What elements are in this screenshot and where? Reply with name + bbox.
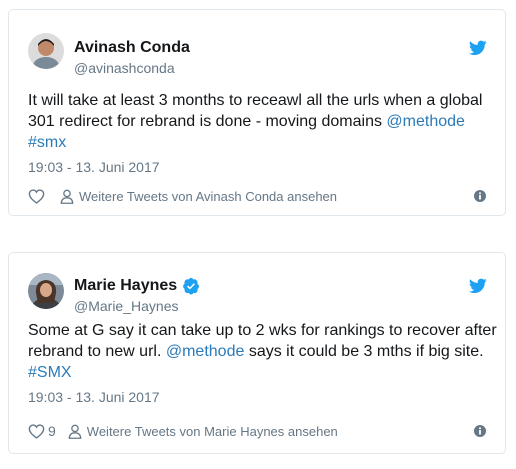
author-name[interactable]: Marie Haynes <box>74 276 200 296</box>
mention-link[interactable]: @methode <box>386 113 465 130</box>
heart-icon <box>28 423 45 439</box>
more-tweets-label: Weitere Tweets von Avinash Conda ansehen <box>79 188 338 204</box>
person-icon <box>60 189 74 204</box>
hashtag-link[interactable]: #SMX <box>28 364 72 381</box>
info-icon[interactable] <box>474 190 486 202</box>
author-block: Marie Haynes @Marie_Haynes <box>74 276 200 315</box>
heart-icon <box>28 188 45 204</box>
twitter-bird-icon[interactable] <box>469 278 487 294</box>
more-tweets-link[interactable]: Weitere Tweets von Marie Haynes ansehen <box>68 424 338 439</box>
tweet-card: Avinash Conda @avinashconda It will take… <box>8 9 506 216</box>
like-count: 9 <box>48 423 56 439</box>
author-name[interactable]: Avinash Conda <box>74 38 190 58</box>
avatar[interactable] <box>28 33 64 69</box>
author-handle[interactable]: @avinashconda <box>74 59 190 77</box>
more-tweets-label: Weitere Tweets von Marie Haynes ansehen <box>86 423 338 439</box>
like-button[interactable] <box>28 188 48 204</box>
twitter-bird-icon[interactable] <box>469 40 487 56</box>
like-button[interactable]: 9 <box>28 423 56 439</box>
author-name-text: Marie Haynes <box>74 277 178 294</box>
info-icon[interactable] <box>474 425 486 437</box>
tweet-actions: 9 Weitere Tweets von Marie Haynes ansehe… <box>28 421 486 441</box>
tweet-text: Some at G say it can take up to 2 wks fo… <box>28 320 498 383</box>
tweet-actions: Weitere Tweets von Avinash Conda ansehen <box>28 186 486 206</box>
tweet-body-text-continued: says it could be 3 mths if big site. <box>244 343 484 360</box>
mention-link[interactable]: @methode <box>166 343 245 360</box>
hashtag-link[interactable]: #smx <box>28 134 66 151</box>
author-name-text: Avinash Conda <box>74 39 190 56</box>
person-icon <box>68 424 82 439</box>
avatar-photo <box>28 33 64 69</box>
tweet-timestamp[interactable]: 19:03 - 13. Juni 2017 <box>28 388 160 406</box>
avatar-photo <box>28 273 64 309</box>
tweet-timestamp[interactable]: 19:03 - 13. Juni 2017 <box>28 158 160 176</box>
author-handle[interactable]: @Marie_Haynes <box>74 297 200 315</box>
more-tweets-link[interactable]: Weitere Tweets von Avinash Conda ansehen <box>60 189 337 204</box>
avatar[interactable] <box>28 273 64 309</box>
tweet-card: Marie Haynes @Marie_Haynes Some at G say… <box>8 252 506 454</box>
author-block: Avinash Conda @avinashconda <box>74 38 190 77</box>
tweet-text: It will take at least 3 months to receaw… <box>28 90 498 153</box>
verified-badge-icon <box>183 277 200 295</box>
